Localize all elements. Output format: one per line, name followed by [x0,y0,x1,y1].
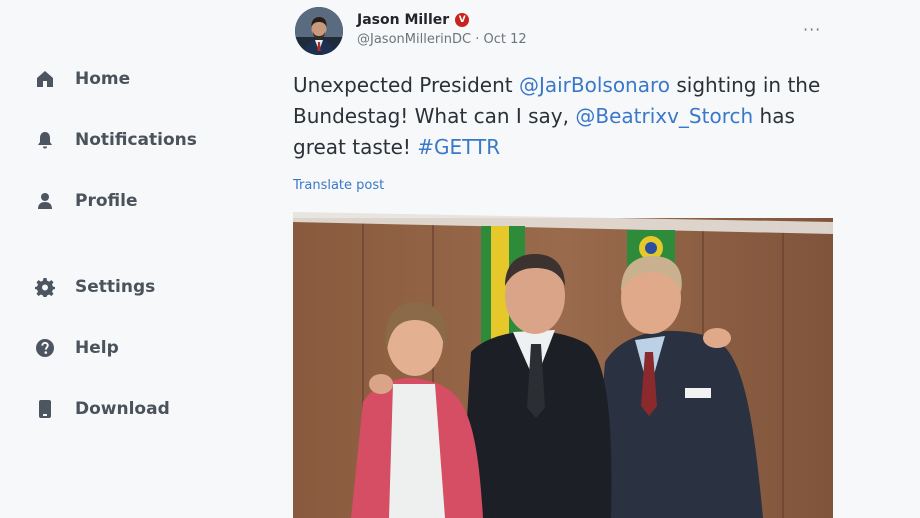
phone-icon [34,398,56,420]
sidebar-item-profile[interactable]: Profile [34,186,137,216]
author-handle[interactable]: @JasonMillerinDC [357,32,471,47]
meta-separator: · [475,32,480,47]
author-name-text: Jason Miller [357,12,450,28]
sidebar-item-home[interactable]: Home [34,64,130,94]
post-meta: @JasonMillerinDC · Oct 12 [357,32,527,47]
mention-link[interactable]: @JairBolsonaro [519,73,670,97]
mention-link[interactable]: @Beatrixv_Storch [575,104,753,128]
post-photo[interactable] [293,212,833,518]
post-photo-image [293,212,833,518]
sidebar: Home Notifications Profile Settings Help… [0,0,260,518]
translate-post-link[interactable]: Translate post [293,178,384,193]
user-icon [34,190,56,212]
hashtag-link[interactable]: #GETTR [417,135,500,159]
verified-badge-icon: V [455,13,470,27]
sidebar-item-download[interactable]: Download [34,394,170,424]
home-icon [34,68,56,90]
sidebar-item-label: Download [75,399,170,419]
sidebar-item-label: Help [75,338,119,358]
sidebar-item-help[interactable]: Help [34,333,119,363]
post: Jason Miller V @JasonMillerinDC · Oct 12… [293,0,833,518]
bell-icon [34,129,56,151]
author-name[interactable]: Jason Miller V [357,12,470,28]
sidebar-item-settings[interactable]: Settings [34,272,155,302]
sidebar-item-label: Home [75,69,131,89]
post-text: Unexpected President @JairBolsonaro sigh… [293,70,833,163]
sidebar-item-label: Settings [75,277,156,297]
more-options-icon[interactable]: ··· [803,20,821,39]
gear-icon [34,276,56,298]
help-icon [34,337,56,359]
avatar[interactable] [295,7,343,55]
sidebar-item-label: Profile [75,191,138,211]
post-text-part: Unexpected President [293,73,519,97]
sidebar-item-label: Notifications [75,130,197,150]
sidebar-item-notifications[interactable]: Notifications [34,125,197,155]
post-date[interactable]: Oct 12 [484,32,527,47]
